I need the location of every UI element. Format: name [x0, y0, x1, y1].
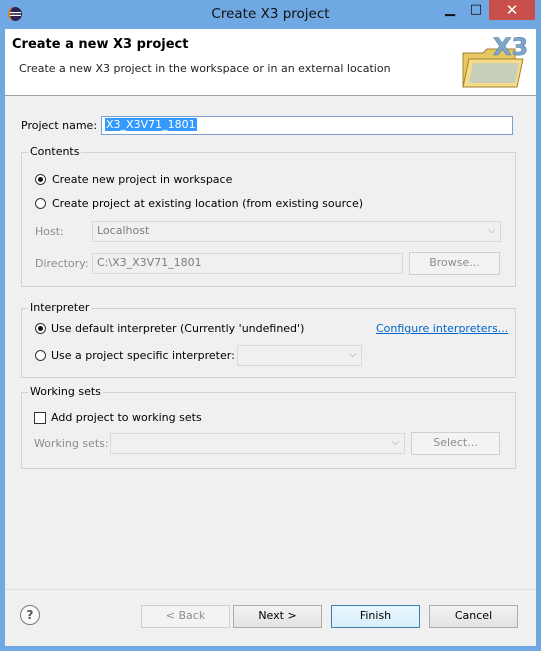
x3-folder-icon: X3	[462, 33, 529, 88]
chevron-down-icon: ⌵	[392, 438, 399, 448]
contents-group-title: Contents	[28, 145, 82, 158]
radio-new-project-label[interactable]: Create new project in workspace	[52, 173, 232, 186]
chevron-down-icon: ⌵	[488, 226, 495, 236]
specific-interpreter-combo[interactable]: ⌵	[237, 345, 362, 366]
directory-field[interactable]: C:\X3_X3V71_1801	[92, 253, 403, 274]
project-name-label: Project name:	[21, 119, 98, 132]
host-label: Host:	[35, 225, 64, 238]
directory-value: C:\X3_X3V71_1801	[97, 256, 202, 269]
radio-existing-location-label[interactable]: Create project at existing location (fro…	[52, 197, 363, 210]
interpreter-group-title: Interpreter	[28, 301, 92, 314]
wizard-header: Create a new X3 project Create a new X3 …	[5, 29, 536, 96]
cancel-button[interactable]: Cancel	[429, 605, 518, 628]
host-value: Localhost	[97, 224, 150, 237]
project-name-field[interactable]: X3_X3V71_1801	[101, 116, 513, 135]
working-sets-group-title: Working sets	[28, 385, 103, 398]
window-border-left	[0, 29, 5, 651]
footer-separator	[5, 589, 536, 590]
close-button[interactable]: ✕	[489, 0, 535, 20]
window-border-right	[536, 29, 541, 651]
minimize-button[interactable]: ▁	[437, 0, 463, 20]
working-sets-group	[21, 392, 516, 469]
add-to-working-sets-label[interactable]: Add project to working sets	[51, 411, 202, 424]
window-border-bottom	[0, 646, 541, 651]
working-sets-combo[interactable]: ⌵	[110, 433, 405, 454]
select-working-sets-button[interactable]: Select...	[411, 432, 500, 455]
configure-interpreters-link[interactable]: Configure interpreters...	[376, 322, 508, 335]
maximize-button[interactable]: □	[463, 0, 489, 20]
interpreter-group	[21, 308, 516, 378]
help-icon[interactable]: ?	[20, 605, 40, 625]
finish-button[interactable]: Finish	[331, 605, 420, 628]
next-button[interactable]: Next >	[233, 605, 322, 628]
chevron-down-icon: ⌵	[349, 350, 356, 360]
radio-default-interpreter[interactable]	[35, 323, 46, 334]
radio-specific-interpreter-label[interactable]: Use a project specific interpreter:	[51, 349, 235, 362]
working-sets-label: Working sets:	[34, 437, 109, 450]
add-to-working-sets-checkbox[interactable]	[34, 412, 46, 424]
wizard-description: Create a new X3 project in the workspace…	[19, 62, 391, 75]
x3-logo-text: X3	[493, 33, 528, 61]
wizard-title: Create a new X3 project	[12, 37, 189, 52]
radio-new-project[interactable]	[35, 174, 46, 185]
browse-button[interactable]: Browse...	[409, 252, 500, 275]
radio-default-interpreter-label[interactable]: Use default interpreter (Currently 'unde…	[51, 322, 304, 335]
project-name-value: X3_X3V71_1801	[105, 118, 197, 131]
radio-existing-location[interactable]	[35, 198, 46, 209]
directory-label: Directory:	[35, 257, 89, 270]
back-button[interactable]: < Back	[141, 605, 230, 628]
radio-specific-interpreter[interactable]	[35, 350, 46, 361]
host-combo[interactable]: Localhost ⌵	[92, 221, 501, 242]
